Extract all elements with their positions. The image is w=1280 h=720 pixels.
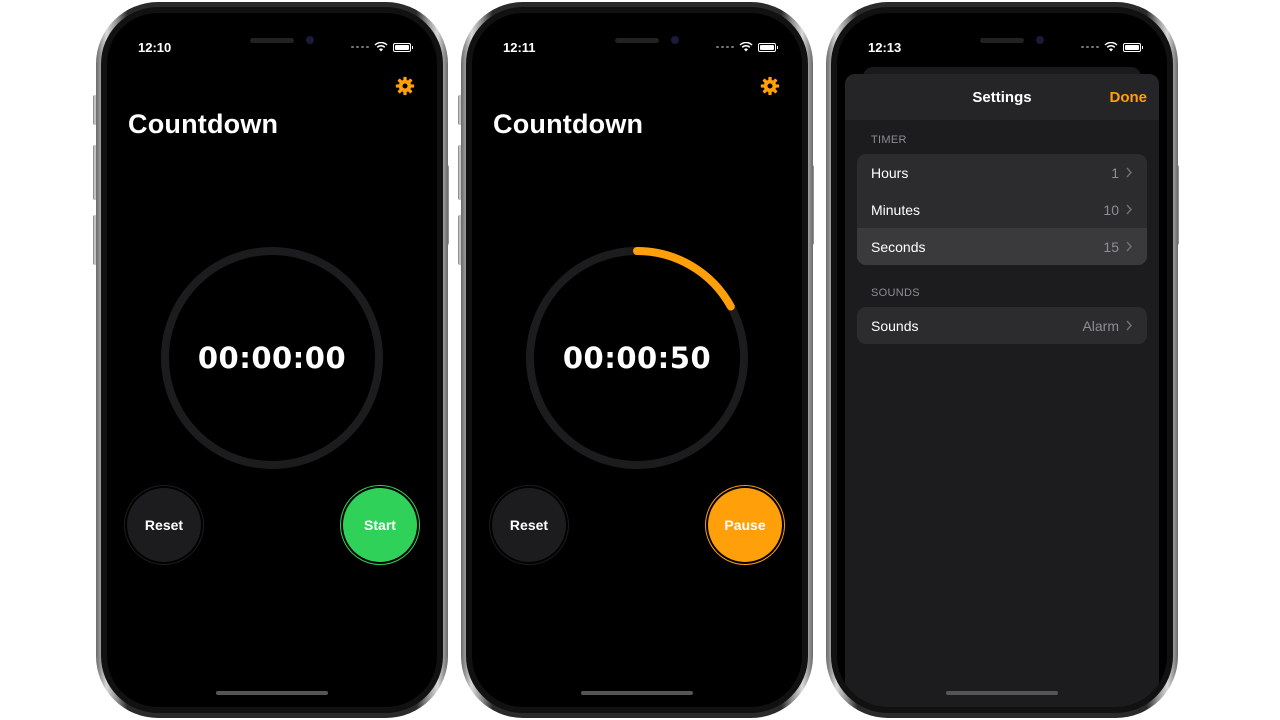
speaker	[615, 38, 659, 43]
speaker	[980, 38, 1024, 43]
status-time: 12:13	[868, 40, 902, 55]
wifi-icon	[739, 42, 753, 52]
status-time: 12:11	[503, 40, 536, 55]
reset-button[interactable]: Reset	[127, 488, 201, 562]
status-icons	[716, 42, 778, 52]
row-value: 10	[1103, 201, 1119, 218]
sheet-title: Settings	[972, 88, 1032, 106]
wifi-icon	[1104, 42, 1118, 52]
battery-icon	[1123, 42, 1143, 52]
settings-sheet: Settings Done TIMER Hours 1 Minutes 10 S…	[845, 74, 1159, 707]
gear-icon[interactable]	[395, 76, 415, 96]
section-header-timer: TIMER	[871, 134, 907, 146]
phone-frame-settings: 12:13 Settings Done TIMER Hours 1 Minute…	[826, 2, 1178, 718]
signal-icon	[351, 46, 369, 48]
row-value: 1	[1111, 164, 1119, 181]
time-readout: 00:00:50	[562, 341, 712, 375]
battery-icon	[393, 42, 413, 52]
phone-frame-idle: 12:10 Countdown 00:00:00 Reset Start	[96, 2, 448, 718]
row-minutes[interactable]: Minutes 10	[857, 191, 1147, 228]
wifi-icon	[374, 42, 388, 52]
section-header-sounds: SOUNDS	[871, 287, 920, 299]
time-readout: 00:00:00	[197, 341, 347, 375]
signal-icon	[1081, 46, 1099, 48]
done-button[interactable]: Done	[1110, 89, 1148, 106]
front-camera	[1036, 36, 1044, 44]
row-label: Seconds	[871, 238, 926, 255]
battery-icon	[758, 42, 778, 52]
row-label: Sounds	[871, 317, 919, 334]
front-camera	[671, 36, 679, 44]
pause-button[interactable]: Pause	[708, 488, 782, 562]
chevron-right-icon	[1126, 320, 1133, 331]
speaker	[250, 38, 294, 43]
status-icons	[351, 42, 413, 52]
timer-group: Hours 1 Minutes 10 Seconds 15	[857, 154, 1147, 265]
status-icons	[1081, 42, 1143, 52]
row-label: Minutes	[871, 201, 921, 218]
countdown-screen-running: 12:11 Countdown 00:00:50 Reset Pause	[472, 13, 802, 707]
chevron-right-icon	[1126, 167, 1133, 178]
row-value: Alarm	[1082, 317, 1119, 334]
page-title: Countdown	[493, 109, 644, 139]
row-seconds[interactable]: Seconds 15	[857, 228, 1147, 265]
home-indicator[interactable]	[581, 691, 693, 695]
signal-icon	[716, 46, 734, 48]
row-sounds[interactable]: Sounds Alarm	[857, 307, 1147, 344]
home-indicator[interactable]	[946, 691, 1058, 695]
page-title: Countdown	[128, 109, 279, 139]
status-time: 12:10	[138, 40, 172, 55]
row-label: Hours	[871, 164, 909, 181]
chevron-right-icon	[1126, 241, 1133, 252]
reset-button[interactable]: Reset	[492, 488, 566, 562]
row-value: 15	[1103, 238, 1119, 255]
chevron-right-icon	[1126, 204, 1133, 215]
start-button[interactable]: Start	[343, 488, 417, 562]
sounds-group: Sounds Alarm	[857, 307, 1147, 344]
settings-screen: 12:13 Settings Done TIMER Hours 1 Minute…	[837, 13, 1167, 707]
row-hours[interactable]: Hours 1	[857, 154, 1147, 191]
home-indicator[interactable]	[216, 691, 328, 695]
gear-icon[interactable]	[760, 76, 780, 96]
countdown-screen-idle: 12:10 Countdown 00:00:00 Reset Start	[107, 13, 437, 707]
phone-frame-running: 12:11 Countdown 00:00:50 Reset Pause	[461, 2, 813, 718]
front-camera	[306, 36, 314, 44]
sheet-header: Settings Done	[845, 74, 1159, 120]
